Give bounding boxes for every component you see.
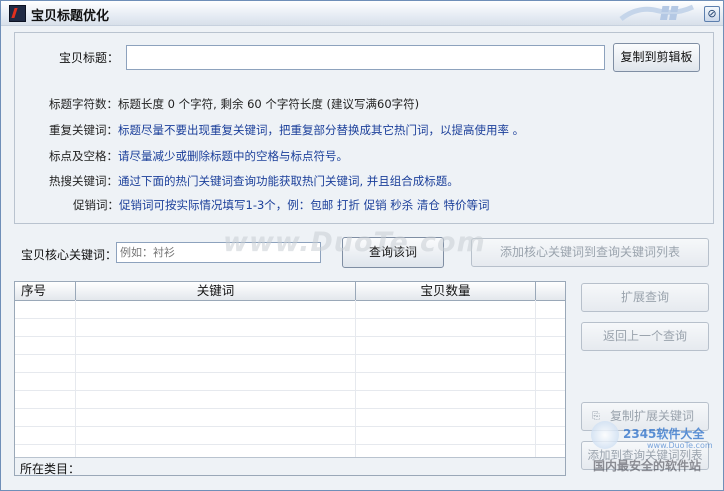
copy-expanded-keywords-button[interactable]: ⎘ 复制扩展关键词: [581, 402, 709, 431]
hint-text: 促销词可按实际情况填写1-3个，例：包邮 打折 促销 秒杀 清仓 特价等词: [119, 198, 490, 212]
table-header: 序号 关键词 宝贝数量: [15, 282, 565, 301]
keyword-table: 序号 关键词 宝贝数量 所在类目：: [14, 281, 566, 476]
hint-text: 标题尽量不要出现重复关键词，把重复部分替换成其它热门词，以提高使用率 。: [118, 123, 525, 137]
window-title: 宝贝标题优化: [31, 9, 110, 24]
grid-divider: [15, 336, 565, 337]
expand-query-button[interactable]: 扩展查询: [581, 283, 709, 312]
column-header-keyword[interactable]: 关键词: [76, 282, 356, 300]
column-header-index[interactable]: 序号: [15, 282, 76, 300]
copy-to-clipboard-button[interactable]: 复制到剪辑板: [613, 43, 700, 72]
hint-hot-keywords: 热搜关键词：通过下面的热门关键词查询功能获取热门关键词, 并且组合成标题。: [49, 173, 459, 189]
query-keyword-button[interactable]: 查询该词: [342, 237, 444, 268]
column-header-filler: [536, 282, 565, 300]
grid-divider: [15, 372, 565, 373]
windows-logo-decoration-icon: [619, 3, 695, 23]
table-footer: 所在类目：: [15, 457, 565, 476]
hint-key: 促销词：: [73, 198, 119, 212]
grid-divider: [15, 390, 565, 391]
grid-divider: [75, 300, 76, 457]
title-bar: 宝贝标题优化 ⊘: [1, 1, 723, 26]
hint-key: 热搜关键词：: [49, 174, 118, 188]
title-label: 宝贝标题：: [59, 51, 120, 65]
add-to-query-list-button[interactable]: 添加到查询关键词列表: [581, 441, 709, 470]
title-input[interactable]: [126, 45, 605, 70]
core-keyword-input[interactable]: [116, 242, 321, 263]
category-label: 所在类目：: [20, 462, 81, 476]
add-core-keyword-button[interactable]: 添加核心关键词到查询关键词列表: [471, 238, 709, 267]
hint-punctuation: 标点及空格：请尽量减少或删除标题中的空格与标点符号。: [49, 148, 348, 164]
hint-repeat-keywords: 重复关键词：标题尽量不要出现重复关键词，把重复部分替换成其它热门词，以提高使用率…: [49, 122, 524, 138]
app-icon: [9, 5, 26, 22]
hint-text: 标题长度 0 个字符, 剩余 60 个字符长度 (建议写满60字符): [118, 97, 420, 111]
hint-key: 标题字符数：: [49, 97, 118, 111]
close-button[interactable]: ⊘: [704, 6, 720, 22]
column-header-item-count[interactable]: 宝贝数量: [356, 282, 536, 300]
hint-key: 标点及空格：: [49, 149, 118, 163]
grid-divider: [355, 300, 356, 457]
hint-char-count: 标题字符数：标题长度 0 个字符, 剩余 60 个字符长度 (建议写满60字符): [49, 96, 419, 112]
grid-divider: [15, 426, 565, 427]
copy-expanded-label: 复制扩展关键词: [609, 409, 694, 423]
hint-text: 请尽量减少或删除标题中的空格与标点符号。: [118, 149, 348, 163]
back-to-previous-query-button[interactable]: 返回上一个查询: [581, 322, 709, 351]
grid-divider: [15, 444, 565, 445]
core-keyword-label: 宝贝核心关键词：: [21, 248, 118, 262]
grid-divider: [15, 318, 565, 319]
main-window: 宝贝标题优化 ⊘ 宝贝标题： 复制到剪辑板 标题字符数：标题长度 0 个字符, …: [0, 0, 724, 491]
grid-divider: [535, 300, 536, 457]
grid-divider: [15, 408, 565, 409]
hint-promo-words: 促销词：促销词可按实际情况填写1-3个，例：包邮 打折 促销 秒杀 清仓 特价等…: [73, 197, 490, 213]
hint-text: 通过下面的热门关键词查询功能获取热门关键词, 并且组合成标题。: [118, 174, 459, 188]
hint-key: 重复关键词：: [49, 123, 118, 137]
grid-divider: [15, 354, 565, 355]
title-panel: 宝贝标题： 复制到剪辑板 标题字符数：标题长度 0 个字符, 剩余 60 个字符…: [14, 32, 714, 224]
copy-icon: ⎘: [592, 411, 600, 422]
